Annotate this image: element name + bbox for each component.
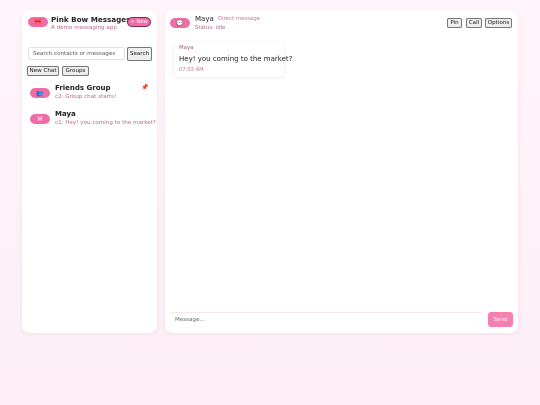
new-chat-button[interactable]: New Chat — [27, 66, 59, 76]
pin-button[interactable]: Pin — [447, 18, 462, 28]
message-input[interactable] — [170, 312, 483, 327]
message-time: 07:03 AM — [179, 67, 204, 73]
chat-panel: 💬 Maya Direct message Status: idle Pin C… — [165, 10, 518, 333]
chat-status: Status: idle — [195, 25, 226, 31]
message-text: Hey! you coming to the market? — [179, 55, 293, 63]
contact-name: Friends Group — [55, 84, 111, 92]
contact-preview: c2: Group chat starts! — [55, 94, 117, 100]
call-button[interactable]: Call — [466, 18, 482, 28]
send-button[interactable]: Send — [488, 312, 513, 327]
app-subtitle: A demo messaging app — [51, 25, 117, 31]
app-title: Pink Bow Messages — [51, 15, 131, 24]
new-button[interactable]: + New — [127, 17, 151, 27]
message-author: Maya — [179, 45, 194, 51]
chat-type-label: Direct message — [218, 16, 261, 22]
contact-item-maya[interactable]: M Maya c1: Hey! you coming to the market… — [22, 110, 157, 130]
avatar: M — [30, 114, 50, 124]
group-icon: 👥 — [30, 88, 50, 98]
sidebar: 🎀 Pink Bow Messages A demo messaging app… — [22, 10, 157, 333]
options-button[interactable]: Options — [485, 18, 512, 28]
groups-button[interactable]: Groups — [62, 66, 89, 76]
search-button[interactable]: Search — [127, 47, 152, 61]
pin-icon: 📌 — [141, 84, 149, 91]
chat-title: Maya — [195, 15, 214, 23]
contact-name: Maya — [55, 110, 76, 118]
chat-bubble-icon: 💬 — [170, 18, 190, 28]
contact-preview: c1: Hey! you coming to the market? — [55, 120, 156, 126]
search-input[interactable] — [28, 47, 125, 60]
bow-icon: 🎀 — [28, 17, 48, 27]
message-bubble: Maya Hey! you coming to the market? 07:0… — [174, 41, 292, 77]
contact-item-friends-group[interactable]: 👥 Friends Group c2: Group chat starts! 📌 — [22, 84, 157, 104]
